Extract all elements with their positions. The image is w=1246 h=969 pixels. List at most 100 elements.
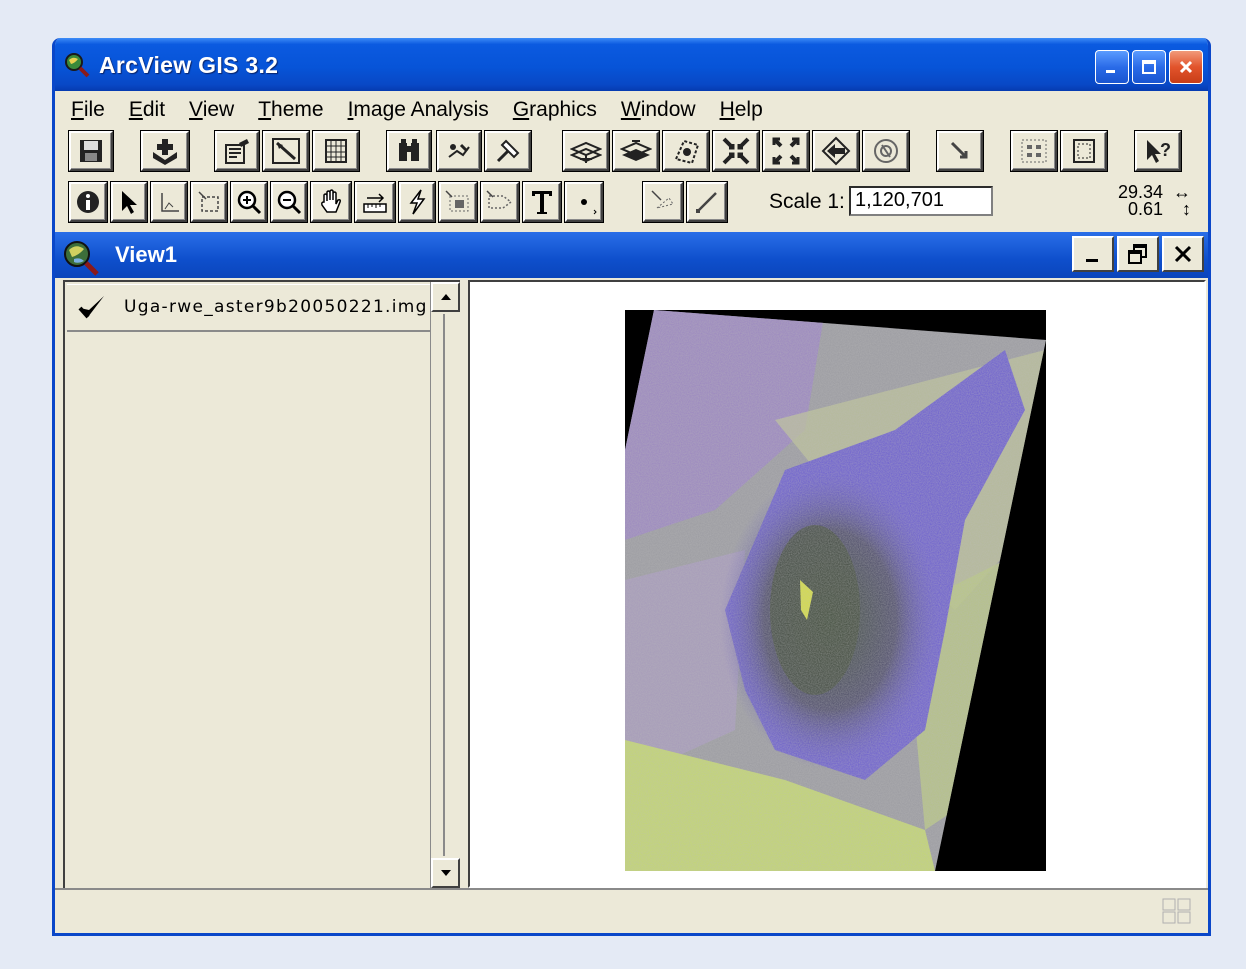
svg-text:?: ? bbox=[1160, 140, 1171, 160]
satellite-raster-image bbox=[625, 310, 1046, 871]
add-theme-icon bbox=[153, 139, 177, 165]
create-layout-button[interactable] bbox=[1011, 131, 1057, 171]
area-of-interest-icon bbox=[445, 190, 469, 212]
vertex-edit-icon bbox=[161, 193, 179, 212]
app-window: ArcView GIS 3.2 File Edit View Theme Ima… bbox=[52, 38, 1211, 936]
scroll-track[interactable] bbox=[443, 314, 445, 856]
tool-bar: Scale 1: 1,120,701 29.34 ↔ 0.61 ↕ bbox=[63, 182, 1203, 226]
select-feature-tool[interactable] bbox=[191, 182, 227, 222]
arrow-down-icon bbox=[440, 870, 451, 876]
zoom-out-tool[interactable] bbox=[271, 182, 307, 222]
binoculars-icon bbox=[399, 139, 419, 161]
zoom-to-active-themes-button[interactable] bbox=[613, 131, 659, 171]
locate-address-button[interactable] bbox=[437, 131, 481, 171]
scale-label: Scale 1: bbox=[769, 190, 845, 213]
layout-icon bbox=[1021, 139, 1047, 163]
arcview-logo-icon bbox=[65, 53, 90, 78]
draw-line-tool[interactable] bbox=[687, 182, 727, 222]
table-icon bbox=[325, 139, 347, 163]
label-icon bbox=[486, 190, 513, 209]
menu-help[interactable]: Help bbox=[720, 98, 763, 122]
maximize-icon bbox=[1142, 60, 1156, 74]
hammer-icon bbox=[496, 139, 520, 163]
zoom-previous-button[interactable] bbox=[813, 131, 859, 171]
query-builder-button[interactable] bbox=[485, 131, 531, 171]
identify-tool[interactable] bbox=[69, 182, 107, 222]
select-box-icon bbox=[198, 191, 219, 212]
show-layout-button[interactable] bbox=[1061, 131, 1107, 171]
theme-properties-button[interactable] bbox=[215, 131, 259, 171]
resize-grip-icon[interactable] bbox=[1162, 898, 1192, 924]
vertical-arrow-icon: ↕ bbox=[1182, 199, 1191, 219]
zoom-to-selected-button[interactable] bbox=[663, 131, 709, 171]
view-document-icon bbox=[64, 241, 99, 276]
measure-tool[interactable] bbox=[355, 182, 395, 222]
zoom-to-full-extent-button[interactable] bbox=[563, 131, 609, 171]
select-features-button[interactable] bbox=[863, 131, 909, 171]
menu-graphics[interactable]: Graphics bbox=[513, 98, 597, 122]
zoom-in-tool[interactable] bbox=[231, 182, 267, 222]
clear-selected-button[interactable] bbox=[937, 131, 983, 171]
coordinate-readout: 29.34 ↔ 0.61 ↕ bbox=[1107, 182, 1197, 222]
scroll-down-button[interactable] bbox=[431, 858, 460, 888]
zoom-out-fixed-button[interactable] bbox=[763, 131, 809, 171]
hotlink-tool[interactable] bbox=[399, 182, 435, 222]
hand-pan-icon bbox=[321, 189, 341, 213]
select-graphic-tool[interactable] bbox=[643, 182, 683, 222]
window-title: ArcView GIS 3.2 bbox=[99, 52, 279, 78]
close-button[interactable] bbox=[1169, 50, 1203, 84]
menu-theme[interactable]: Theme bbox=[258, 98, 323, 122]
close-icon bbox=[1174, 245, 1192, 263]
open-table-button[interactable] bbox=[313, 131, 359, 171]
edit-legend-button[interactable] bbox=[263, 131, 309, 171]
map-display[interactable] bbox=[468, 280, 1206, 888]
lightning-bolt-icon bbox=[409, 189, 426, 215]
view-title-bar[interactable]: View1 bbox=[55, 232, 1208, 278]
text-tool[interactable] bbox=[523, 182, 561, 222]
pan-tool[interactable] bbox=[311, 182, 351, 222]
scroll-up-button[interactable] bbox=[431, 282, 460, 312]
minimize-icon bbox=[1086, 259, 1098, 262]
view-window-controls bbox=[1072, 236, 1204, 272]
arrow-pointer-icon bbox=[122, 191, 137, 214]
menu-edit[interactable]: Edit bbox=[129, 98, 165, 122]
zoom-in-arrows-icon bbox=[722, 137, 750, 165]
title-bar[interactable]: ArcView GIS 3.2 bbox=[55, 38, 1208, 91]
theme-name: Uga-rwe_aster9b20050221.img bbox=[124, 297, 428, 317]
y-coordinate: 0.61 bbox=[1127, 199, 1163, 219]
draw-point-tool[interactable] bbox=[565, 182, 603, 222]
label-tool[interactable] bbox=[481, 182, 519, 222]
toc-scrollbar[interactable] bbox=[430, 282, 460, 888]
help-button[interactable]: ? bbox=[1135, 131, 1181, 171]
area-of-interest-tool[interactable] bbox=[439, 182, 477, 222]
minimize-button[interactable] bbox=[1095, 50, 1129, 84]
pointer-tool[interactable] bbox=[111, 182, 147, 222]
menu-image-analysis[interactable]: Image Analysis bbox=[348, 98, 489, 122]
maximize-button[interactable] bbox=[1132, 50, 1166, 84]
save-project-button[interactable] bbox=[69, 131, 113, 171]
menu-file[interactable]: File bbox=[71, 98, 105, 122]
menu-window[interactable]: Window bbox=[621, 98, 696, 122]
window-controls bbox=[1095, 50, 1203, 84]
checkmark-icon[interactable] bbox=[77, 293, 107, 321]
status-bar bbox=[55, 888, 1208, 933]
vertex-edit-tool[interactable] bbox=[151, 182, 187, 222]
arrow-up-icon bbox=[440, 294, 451, 300]
restore-icon bbox=[1128, 244, 1147, 264]
table-of-contents: Uga-rwe_aster9b20050221.img bbox=[63, 280, 460, 890]
view-title: View1 bbox=[115, 242, 177, 267]
clear-selection-icon bbox=[950, 141, 968, 159]
zoom-in-fixed-button[interactable] bbox=[713, 131, 759, 171]
theme-entry[interactable]: Uga-rwe_aster9b20050221.img bbox=[67, 284, 432, 332]
view-restore-button[interactable] bbox=[1117, 236, 1159, 272]
draw-line-icon bbox=[696, 192, 717, 213]
add-theme-button[interactable] bbox=[141, 131, 189, 171]
menu-view[interactable]: View bbox=[189, 98, 234, 122]
view-close-button[interactable] bbox=[1162, 236, 1204, 272]
scale-input[interactable]: 1,120,701 bbox=[849, 186, 993, 216]
select-graphic-icon bbox=[651, 190, 674, 209]
find-button[interactable] bbox=[387, 131, 431, 171]
view-minimize-button[interactable] bbox=[1072, 236, 1114, 272]
help-pointer-icon: ? bbox=[1147, 140, 1171, 163]
floppy-disk-icon bbox=[80, 140, 102, 162]
